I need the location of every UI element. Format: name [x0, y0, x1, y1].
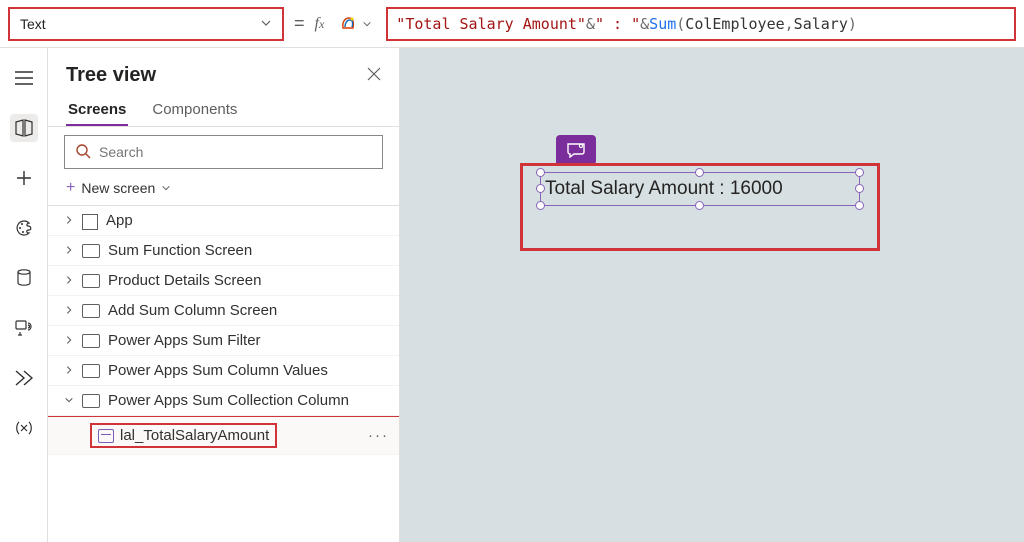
tree-view-icon[interactable]: [10, 114, 38, 142]
tree-item-selected[interactable]: lal_TotalSalaryAmount ···: [48, 416, 399, 455]
more-icon[interactable]: ···: [368, 427, 389, 444]
formula-token: " : ": [595, 15, 640, 33]
tree-item-label: Power Apps Sum Collection Column: [108, 392, 349, 409]
chevron-right-icon[interactable]: [64, 364, 74, 378]
chevron-down-icon[interactable]: [64, 394, 74, 408]
tree-item-label: Product Details Screen: [108, 272, 261, 289]
copilot-button[interactable]: [334, 12, 376, 36]
tree-item[interactable]: App: [48, 206, 399, 236]
tree-item[interactable]: Product Details Screen: [48, 266, 399, 296]
close-icon[interactable]: [367, 65, 381, 86]
theme-icon[interactable]: [10, 214, 38, 242]
tree-item-label: Power Apps Sum Column Values: [108, 362, 328, 379]
screen-icon: [82, 244, 100, 258]
tree-list: App Sum Function Screen Product Details Sc…: [48, 206, 399, 542]
power-automate-icon[interactable]: [10, 364, 38, 392]
formula-token: "Total Salary Amount": [396, 15, 586, 33]
tree-item[interactable]: Power Apps Sum Collection Column: [48, 386, 399, 416]
tab-screens[interactable]: Screens: [66, 95, 128, 126]
tab-components[interactable]: Components: [150, 95, 239, 126]
formula-token: ColEmployee: [685, 15, 784, 33]
search-icon: [75, 143, 91, 162]
tree-item[interactable]: Power Apps Sum Filter: [48, 326, 399, 356]
search-input[interactable]: [99, 144, 372, 160]
formula-token: &: [586, 15, 595, 33]
data-icon[interactable]: [10, 264, 38, 292]
insert-icon[interactable]: [10, 164, 38, 192]
tree-item[interactable]: Add Sum Column Screen: [48, 296, 399, 326]
label-control-icon: [98, 429, 114, 443]
resize-handle[interactable]: [536, 201, 545, 210]
chevron-down-icon: [260, 16, 272, 32]
plus-icon: +: [66, 179, 75, 197]
formula-input[interactable]: "Total Salary Amount" & " : " & Sum(ColE…: [386, 7, 1016, 41]
media-icon[interactable]: [10, 314, 38, 342]
new-screen-button[interactable]: + New screen: [48, 173, 399, 206]
chevron-down-icon: [161, 180, 171, 196]
canvas[interactable]: Total Salary Amount : 16000: [400, 48, 1024, 542]
tree-item-label: Add Sum Column Screen: [108, 302, 277, 319]
hamburger-icon[interactable]: [10, 64, 38, 92]
property-dropdown[interactable]: Text: [8, 7, 284, 41]
formula-token: (: [676, 15, 685, 33]
resize-handle[interactable]: [855, 201, 864, 210]
tree-view-title: Tree view: [66, 64, 156, 87]
tree-view-panel: Tree view Screens Components + New scree…: [48, 48, 400, 542]
resize-handle[interactable]: [536, 168, 545, 177]
chevron-right-icon[interactable]: [64, 274, 74, 288]
tree-item[interactable]: Sum Function Screen: [48, 236, 399, 266]
search-input-wrap[interactable]: [64, 135, 383, 169]
comment-pin-icon[interactable]: [556, 135, 596, 165]
chevron-right-icon[interactable]: [64, 244, 74, 258]
fx-icon[interactable]: fx: [315, 15, 325, 33]
tree-item-label: Power Apps Sum Filter: [108, 332, 261, 349]
screen-icon: [82, 304, 100, 318]
chevron-right-icon[interactable]: [64, 334, 74, 348]
formula-bar-row: Text = fx "Total Salary Amount" & " : " …: [0, 0, 1024, 48]
chevron-right-icon[interactable]: [64, 214, 74, 228]
screen-icon: [82, 394, 100, 408]
formula-token: Sum: [649, 15, 676, 33]
resize-handle[interactable]: [855, 184, 864, 193]
formula-token: ,: [785, 15, 794, 33]
formula-token: &: [640, 15, 649, 33]
resize-handle[interactable]: [695, 168, 704, 177]
property-dropdown-value: Text: [20, 16, 46, 32]
tree-item[interactable]: Power Apps Sum Column Values: [48, 356, 399, 386]
formula-token: Salary: [794, 15, 848, 33]
resize-handle[interactable]: [536, 184, 545, 193]
variables-icon[interactable]: [10, 414, 38, 442]
tree-item-label: lal_TotalSalaryAmount: [120, 427, 269, 444]
tree-item-label: Sum Function Screen: [108, 242, 252, 259]
screen-icon: [82, 364, 100, 378]
screen-icon: [82, 274, 100, 288]
formula-token: ): [848, 15, 857, 33]
tree-item-label: App: [106, 212, 133, 229]
resize-handle[interactable]: [695, 201, 704, 210]
screen-icon: [82, 334, 100, 348]
resize-handle[interactable]: [855, 168, 864, 177]
app-icon: [82, 214, 98, 228]
equals-label: =: [294, 13, 305, 34]
label-control[interactable]: Total Salary Amount : 16000: [540, 172, 860, 206]
left-command-rail: [0, 48, 48, 542]
new-screen-label: New screen: [81, 180, 155, 196]
chevron-right-icon[interactable]: [64, 304, 74, 318]
tree-tabs: Screens Components: [48, 95, 399, 127]
selection-highlight: Total Salary Amount : 16000: [520, 163, 880, 251]
